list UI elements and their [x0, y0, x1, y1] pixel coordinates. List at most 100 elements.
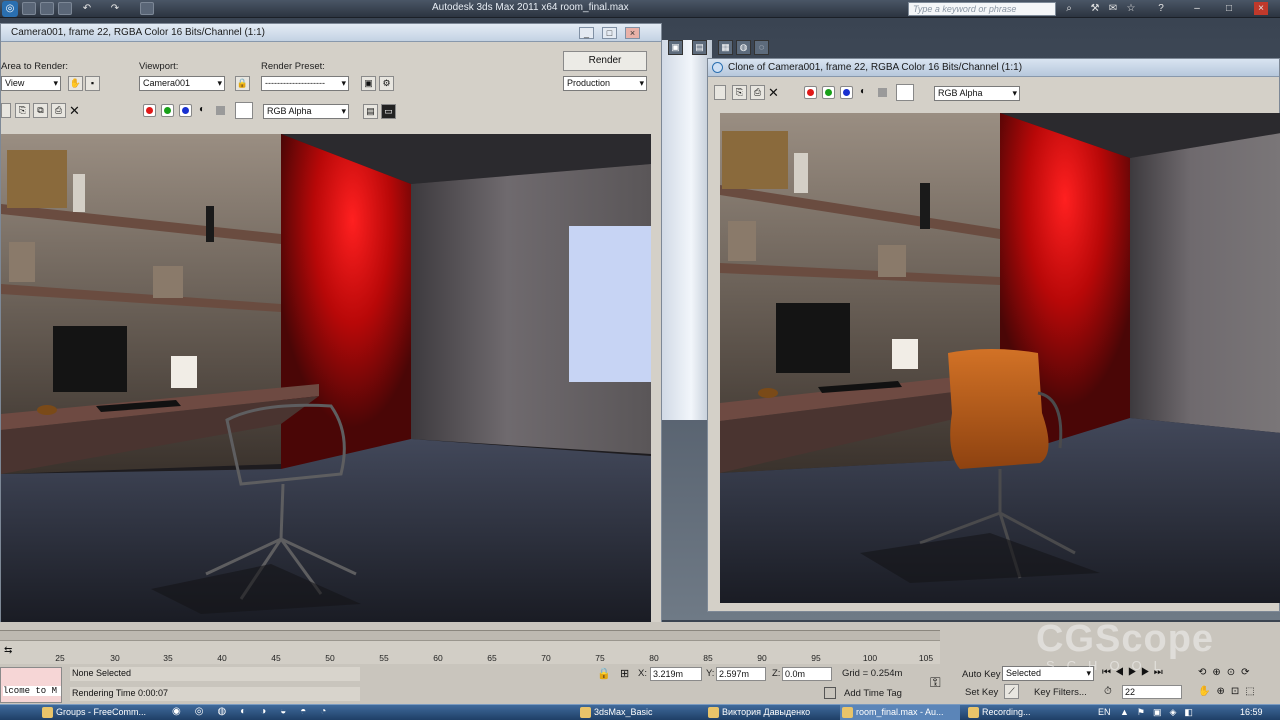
render-production-icon[interactable]: ▦: [718, 40, 733, 55]
search-icon[interactable]: ⌕: [1062, 2, 1076, 15]
viewport-select[interactable]: Camera001: [139, 76, 225, 91]
taskbar-item[interactable]: Виктория Давыденко: [706, 705, 836, 720]
rendered-frame-icon[interactable]: ▤: [692, 40, 707, 55]
window-maximize-button[interactable]: □: [602, 27, 617, 39]
favorites-icon[interactable]: ☆: [1124, 2, 1138, 15]
clone-red-channel-toggle[interactable]: [804, 86, 817, 99]
clone-window-icon[interactable]: ⧉: [33, 103, 48, 118]
language-indicator[interactable]: EN: [1098, 707, 1111, 717]
green-channel-toggle[interactable]: [161, 104, 174, 117]
z-coord-label: Z:: [772, 668, 781, 679]
taskbar-item-label: Groups - FreeComm...: [40, 706, 160, 719]
key-filters-button[interactable]: Key Filters...: [1034, 687, 1087, 698]
clone-save-image-icon[interactable]: [714, 85, 726, 100]
taskbar-item[interactable]: Recording...: [966, 705, 1086, 720]
mono-toggle-icon[interactable]: [216, 106, 225, 115]
maxscript-listener[interactable]: lcome to M: [0, 667, 62, 703]
close-icon[interactable]: ×: [1254, 2, 1268, 15]
render-preset-select[interactable]: --------------------: [261, 76, 349, 91]
selection-lock-icon[interactable]: 🔒: [597, 667, 611, 680]
lock-icon[interactable]: 🔒: [235, 76, 250, 91]
viewport-nav-controls-2[interactable]: ✋⊕⊡⬚: [1198, 686, 1261, 697]
clone-window-icon: [712, 62, 723, 73]
open-file-icon[interactable]: [40, 2, 54, 15]
y-coord-field[interactable]: 2.597m: [716, 667, 766, 681]
time-config-icon[interactable]: ⏱: [1104, 686, 1112, 697]
time-tag-icon[interactable]: [824, 687, 836, 699]
project-folder-icon[interactable]: [140, 2, 154, 15]
taskbar-item-label: room_final.max - Au...: [840, 706, 960, 719]
grid-size-status: Grid = 0.254m: [842, 668, 903, 679]
area-to-render-select[interactable]: View: [1, 76, 61, 91]
quicklaunch-icons[interactable]: ◉◎◍◐◑◒◓◔: [172, 706, 342, 719]
taskbar-item-label: 3dsMax_Basic: [578, 706, 702, 719]
clone-blue-channel-toggle[interactable]: [840, 86, 853, 99]
blue-channel-toggle[interactable]: [179, 104, 192, 117]
taskbar-item-active[interactable]: room_final.max - Au...: [840, 705, 960, 720]
subscription-icon[interactable]: ⚒: [1088, 2, 1102, 15]
taskbar-item[interactable]: Groups - FreeComm...: [40, 705, 160, 720]
minimize-icon[interactable]: –: [1190, 2, 1204, 15]
clone-rendered-image[interactable]: [720, 113, 1280, 603]
render-setup-icon[interactable]: ▣: [668, 40, 683, 55]
window-minimize-button[interactable]: _: [579, 27, 594, 39]
current-frame-field[interactable]: 22: [1122, 685, 1182, 699]
alpha-toggle-icon[interactable]: ◐: [199, 104, 205, 115]
render-setup-button[interactable]: ▣: [361, 76, 376, 91]
clone-alpha-toggle-icon[interactable]: ◐: [860, 86, 866, 97]
rendered-image[interactable]: [1, 134, 651, 622]
pan-hand-icon[interactable]: ✋: [68, 76, 83, 91]
clone-print-image-icon[interactable]: ⎙: [750, 85, 765, 100]
clone-channel-display-select[interactable]: RGB Alpha: [934, 86, 1020, 101]
render-button[interactable]: Render: [563, 51, 647, 71]
x-coord-label: X:: [638, 668, 647, 679]
watermark-brand: CGScope: [1036, 618, 1215, 660]
app-logo-icon[interactable]: ◎: [2, 1, 18, 17]
production-select[interactable]: Production: [563, 76, 647, 91]
region-icon[interactable]: ▪: [85, 76, 100, 91]
app-title: Autodesk 3ds Max 2011 x64 room_final.max: [432, 2, 629, 13]
viewport-nav-controls[interactable]: ⟲⊕⊙⟳: [1198, 667, 1256, 678]
color-swatch[interactable]: [235, 102, 253, 119]
help-icon[interactable]: ?: [1154, 2, 1168, 15]
red-channel-toggle[interactable]: [143, 104, 156, 117]
key-icon[interactable]: ⚿: [930, 674, 941, 691]
timeline[interactable]: ⇆: [0, 640, 940, 664]
transform-mode-icon[interactable]: ⊞: [620, 667, 629, 680]
save-file-icon[interactable]: [58, 2, 72, 15]
clone-clear-icon[interactable]: ✕: [768, 85, 779, 100]
communication-icon[interactable]: ✉: [1106, 2, 1120, 15]
maximize-icon[interactable]: □: [1222, 2, 1236, 15]
channel-display-select[interactable]: RGB Alpha: [263, 104, 349, 119]
new-file-icon[interactable]: [22, 2, 36, 15]
clone-copy-image-icon[interactable]: ⎘: [732, 85, 747, 100]
clear-icon[interactable]: ✕: [69, 103, 80, 118]
x-coord-field[interactable]: 3.219m: [650, 667, 702, 681]
clone-mono-toggle-icon[interactable]: [878, 88, 887, 97]
timeline-tick-label: 90: [757, 653, 767, 663]
add-time-tag-button[interactable]: Add Time Tag: [844, 688, 902, 699]
timeline-expand-icon[interactable]: ⇆: [4, 645, 12, 656]
search-input[interactable]: Type a keyword or phrase: [908, 2, 1056, 16]
set-key-mode-icon[interactable]: ⟋: [1004, 684, 1019, 699]
z-coord-field[interactable]: 0.0m: [782, 667, 832, 681]
clone-green-channel-toggle[interactable]: [822, 86, 835, 99]
tray-icons[interactable]: ▲⚑▣◈◧: [1120, 707, 1201, 718]
undo-icon[interactable]: ↶: [80, 2, 94, 15]
toggle-ui-overlay-icon[interactable]: ▤: [363, 104, 378, 119]
taskbar-item[interactable]: 3dsMax_Basic: [578, 705, 702, 720]
copy-image-icon[interactable]: ⎘: [15, 103, 30, 118]
selection-status: None Selected: [70, 667, 360, 681]
set-key-button[interactable]: Set Key: [965, 687, 998, 698]
environment-effects-button[interactable]: ⚙: [379, 76, 394, 91]
redo-icon[interactable]: ↷: [108, 2, 122, 15]
print-image-icon[interactable]: ⎙: [51, 103, 66, 118]
clone-color-swatch[interactable]: [896, 84, 914, 101]
toggle-ui-icon[interactable]: ▭: [381, 104, 396, 119]
auto-key-button[interactable]: Auto Key: [962, 669, 1001, 680]
window-close-button[interactable]: ×: [625, 27, 640, 39]
activeshade-icon[interactable]: ◌: [754, 40, 769, 55]
viewport-label: Viewport:: [139, 61, 179, 72]
save-image-icon[interactable]: [1, 103, 11, 118]
render-iterative-icon[interactable]: ◍: [736, 40, 751, 55]
